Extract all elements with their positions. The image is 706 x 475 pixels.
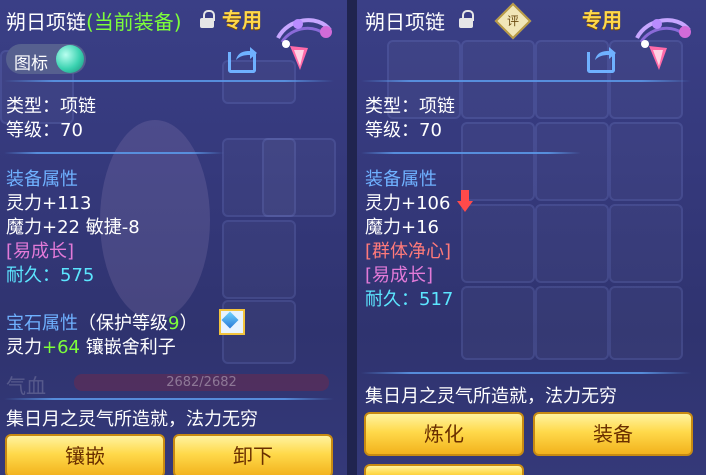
- special-tag: 专用: [222, 8, 262, 32]
- background-bag-slot: [461, 204, 535, 283]
- toggle-knob: [56, 45, 84, 73]
- background-bag-slot: [535, 204, 609, 283]
- gem-attr-label: 灵力: [6, 337, 42, 358]
- attr-spirit: 灵力+113: [6, 193, 92, 214]
- gem-icon: [219, 309, 245, 335]
- unequip-button[interactable]: 卸下: [173, 434, 333, 475]
- durability-value: 517: [419, 289, 454, 310]
- rate-badge-icon[interactable]: 评: [494, 2, 532, 40]
- divider-line: [4, 152, 224, 154]
- background-bag-slot: [609, 286, 683, 360]
- hp-value: 2682/2682: [166, 375, 237, 390]
- trait-easy-growth: [易成长]: [365, 265, 434, 286]
- item-description: 集日月之灵气所造就，法力无穷: [365, 386, 617, 407]
- gem-attr-header: 宝石属性（保护等级9）: [6, 309, 197, 335]
- divider-line: [4, 398, 334, 400]
- background-bag-slot: [222, 220, 296, 299]
- share-icon[interactable]: [228, 46, 258, 73]
- rate-badge-label: 评: [506, 14, 519, 28]
- equip-attr-title: 装备属性: [365, 169, 437, 190]
- item-title: 朔日项链(当前装备): [6, 6, 182, 35]
- gem-protect-suffix: ）: [179, 313, 198, 334]
- necklace-ornament-icon: [276, 18, 332, 70]
- gem-attr-title: 宝石属性: [6, 313, 78, 334]
- durability-label: 耐久：: [6, 265, 60, 286]
- durability-value: 575: [60, 265, 95, 286]
- gem-inlay: 镶嵌舍利子: [85, 337, 176, 358]
- background-bag-slot: [262, 138, 336, 217]
- durability: 耐久：517: [365, 285, 453, 311]
- gem-protect-level: 9: [168, 313, 180, 334]
- share-icon[interactable]: [587, 46, 617, 73]
- divider-line: [361, 80, 691, 82]
- item-description: 集日月之灵气所造就，法力无穷: [6, 409, 258, 430]
- background-bag-slot: [535, 286, 609, 360]
- refine-button[interactable]: 炼化: [364, 412, 524, 456]
- equipped-note: (当前装备): [86, 10, 182, 34]
- down-arrow-icon: [457, 190, 473, 212]
- inlay-button[interactable]: 镶嵌: [5, 434, 165, 475]
- durability: 耐久：575: [6, 261, 94, 287]
- background-bag-slot: [609, 122, 683, 201]
- background-bag-slot: [535, 122, 609, 201]
- durability-label: 耐久：: [365, 289, 419, 310]
- necklace-ornament-icon: [635, 18, 691, 70]
- hp-label: 气血: [6, 374, 46, 398]
- background-bag-slot: [609, 204, 683, 283]
- right-item-tooltip: 朔日项链 评 专用 类型：项链 等级：70 装备属性 灵力+106 魔力+16 …: [357, 0, 706, 475]
- item-level: 等级：70: [6, 120, 83, 141]
- gem-protect-prefix: （保护等级: [78, 313, 168, 334]
- lock-open-icon[interactable]: [200, 10, 215, 28]
- equip-button[interactable]: 装备: [533, 412, 693, 456]
- gem-attr-value: +64: [42, 337, 80, 358]
- more-button[interactable]: [364, 464, 524, 475]
- divider-line: [361, 372, 691, 374]
- equip-attr-title: 装备属性: [6, 169, 78, 190]
- special-tag: 专用: [582, 8, 622, 32]
- background-bag-slot: [461, 286, 535, 360]
- attr-magic: 魔力+16: [365, 217, 439, 238]
- divider-line: [361, 152, 581, 154]
- panel-divider: [347, 0, 357, 475]
- item-type: 类型：项链: [6, 96, 96, 117]
- left-item-tooltip: 朔日项链(当前装备) 专用 图标 类型：项链 等级：70 装备属性 灵力+113…: [0, 0, 347, 475]
- special-effect: [群体净心]: [365, 241, 452, 262]
- lock-open-icon[interactable]: [459, 10, 474, 28]
- icon-toggle-label: 图标: [14, 54, 48, 74]
- item-name: 朔日项链: [6, 10, 86, 34]
- item-name: 朔日项链: [365, 10, 445, 34]
- attr-spirit: 灵力+106: [365, 193, 451, 214]
- attr-magic-agility: 魔力+22 敏捷-8: [6, 217, 140, 238]
- item-type: 类型：项链: [365, 96, 455, 117]
- item-level: 等级：70: [365, 120, 442, 141]
- divider-line: [4, 80, 334, 82]
- hp-bar: 2682/2682: [74, 374, 329, 391]
- icon-toggle[interactable]: 图标: [6, 44, 86, 74]
- gem-attr-line: 灵力+64 镶嵌舍利子: [6, 333, 176, 359]
- trait-easy-growth: [易成长]: [6, 241, 75, 262]
